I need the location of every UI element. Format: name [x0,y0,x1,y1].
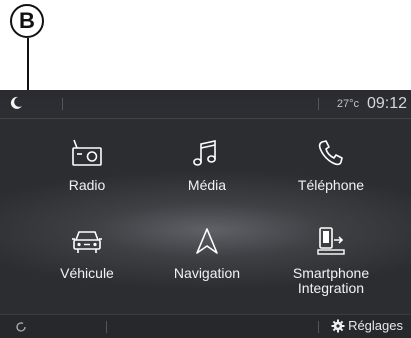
tile-media[interactable]: Média [142,138,272,193]
tile-label: Navigation [173,265,241,281]
clock: 09:12 [366,95,407,112]
settings-button[interactable]: Réglages [331,318,403,333]
tile-label: Téléphone [297,177,365,193]
callout-pointer-line [27,38,29,92]
callout-letter: B [19,8,35,33]
tile-telephone[interactable]: Téléphone [266,138,396,193]
tile-label: Média [187,177,227,193]
status-divider [318,98,319,110]
temperature-readout: 27°c [336,98,359,110]
refresh-icon[interactable] [14,320,28,334]
bottom-divider [318,321,319,333]
status-divider [62,98,63,110]
car-icon [72,231,102,253]
smartphone-projection-icon [317,227,345,255]
tile-label: Véhicule [60,265,114,281]
settings-label: Réglages [348,318,403,333]
tile-smartphone-integration[interactable]: Smartphone Integration [266,226,396,296]
tile-label: Smartphone [292,265,370,281]
status-bar: 27°c 09:12 [0,90,411,119]
radio-icon [72,139,102,166]
gear-icon [331,319,345,332]
bottom-bar: Réglages [0,314,411,338]
tile-navigation[interactable]: Navigation [142,226,272,281]
tile-radio[interactable]: Radio [22,138,152,193]
moon-icon[interactable] [8,95,24,111]
tile-vehicule[interactable]: Véhicule [22,226,152,281]
tile-label: Radio [68,177,106,193]
bottom-divider [106,321,107,333]
navigation-arrow-icon [196,228,218,254]
music-note-icon [193,140,216,166]
phone-icon [318,140,343,166]
infotainment-screen: 27°c 09:12 Radio Média Téléphone Véhicul… [0,90,411,338]
callout-b: B [10,4,44,38]
tile-label-line2: Integration [297,280,365,296]
